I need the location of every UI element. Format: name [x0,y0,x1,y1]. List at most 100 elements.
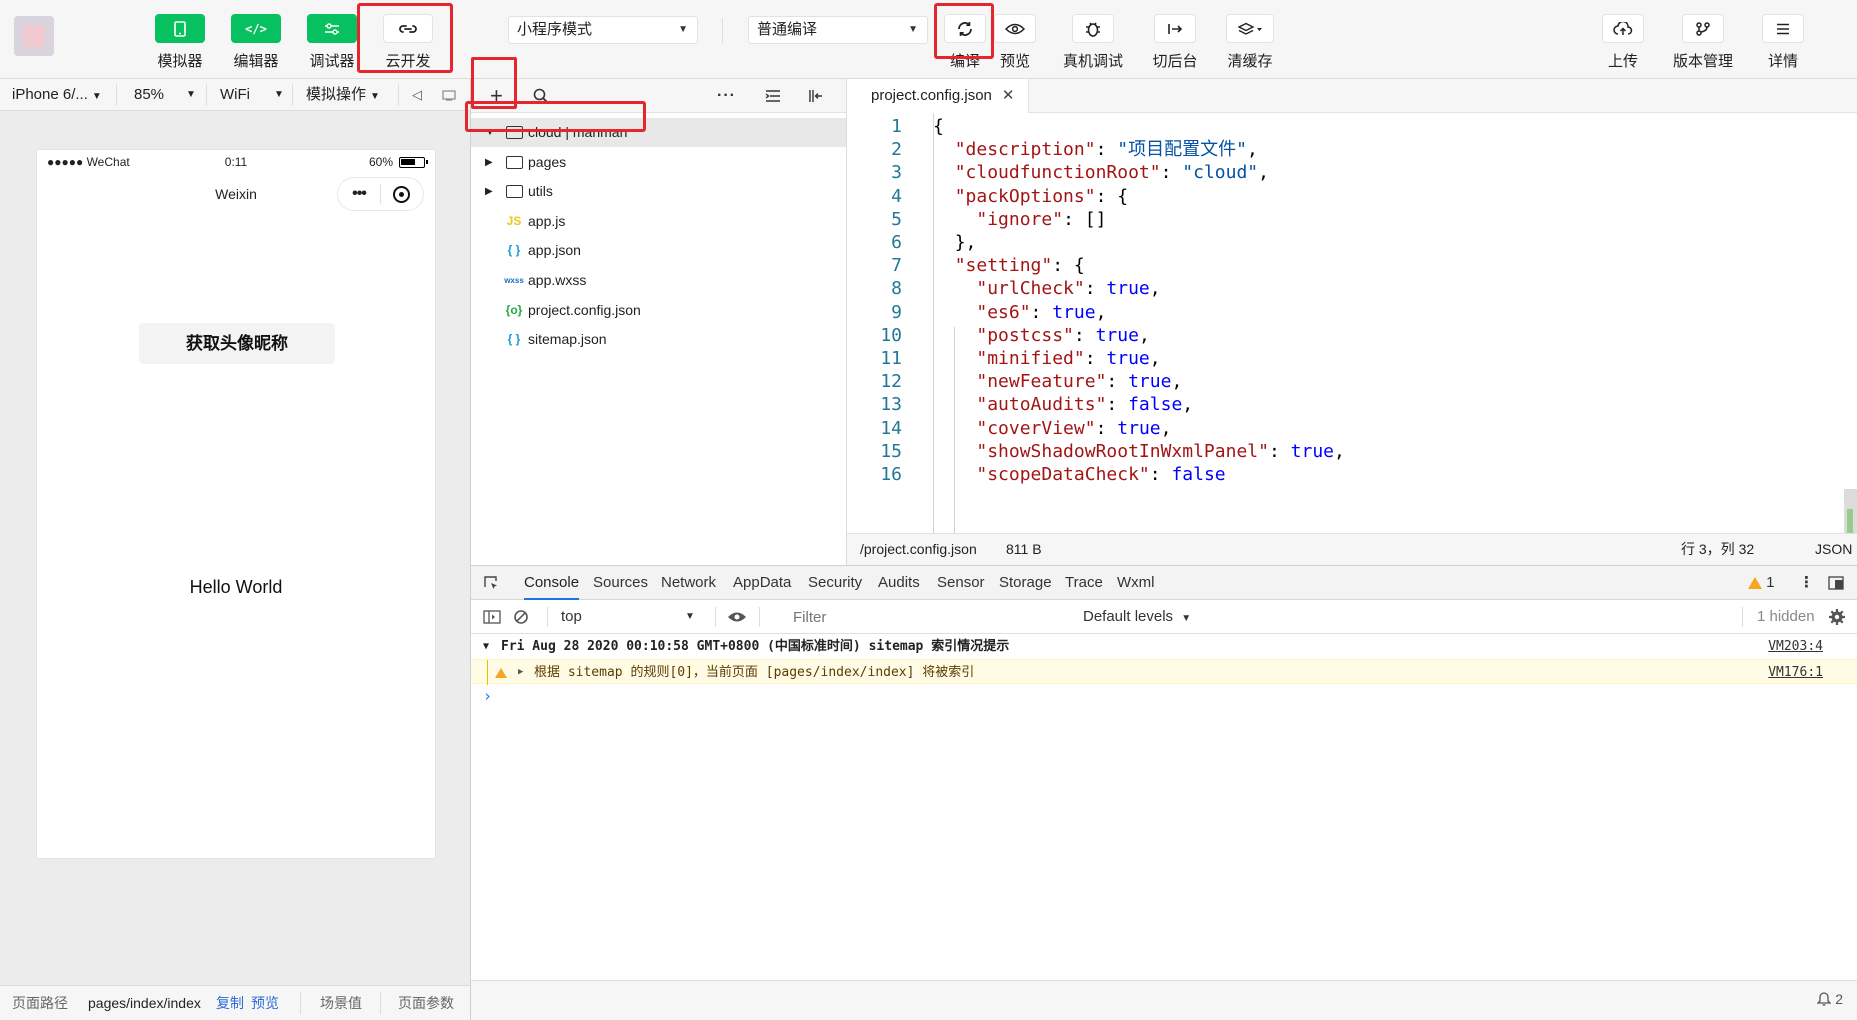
devtools-tab-storage[interactable]: Storage [999,566,1052,600]
device-select[interactable]: iPhone 6/... ▼ [12,79,102,111]
copy-link[interactable]: 复制 [216,986,244,1020]
code-token: : [1149,464,1172,485]
file-tree-item[interactable]: JS app.js [471,207,846,236]
preview-link[interactable]: 预览 [251,986,279,1020]
code-content[interactable]: 1{2 "description": "项目配置文件", 3 "cloudfunc… [847,113,1857,533]
remote-debug-button[interactable]: 真机调试 [1053,14,1133,71]
toggle-sidebar-icon[interactable] [808,79,824,113]
collapsed-arrow-icon[interactable]: ▶ [485,148,493,177]
simulator-toggle[interactable]: 模拟器 [140,14,220,71]
console-filter-input[interactable] [786,605,1069,629]
code-token: "minified" [976,348,1085,369]
mute-icon[interactable]: ◁ [412,79,422,111]
devtools-tab-network[interactable]: Network [661,566,716,600]
editor-tab-project-config[interactable]: project.config.json ✕ [847,79,1030,113]
cursor-position[interactable]: 行 3，列 32 [1681,534,1754,565]
details-button[interactable]: 详情 [1743,14,1823,71]
devtools-tab-trace[interactable]: Trace [1065,566,1103,600]
file-path: /project.config.json [860,541,977,557]
clear-cache-button[interactable]: 清缓存 [1210,14,1290,71]
file-tree-item[interactable]: ▶ utils [471,177,846,206]
settings-gear-icon[interactable] [1828,600,1846,634]
preview-button[interactable]: 预览 [975,14,1055,71]
scene-value-button[interactable]: 场景值 [320,986,362,1020]
code-token: "description" [954,139,1096,161]
file-tree-item[interactable]: { } sitemap.json [471,325,846,354]
collapse-all-icon[interactable] [765,79,781,113]
compile-mode-select[interactable]: 普通编译 ▼ [748,16,928,44]
network-value: WiFi [220,86,250,103]
simulator-toolbar: iPhone 6/... ▼ 85% ▼ WiFi ▼ 模拟操作 ▼ ◁ [0,79,470,111]
expand-triangle-icon[interactable]: ▼ [483,634,489,659]
zoom-select[interactable]: 85% ▼ [134,79,196,111]
more-vertical-icon[interactable]: ⋮ [1799,566,1814,600]
file-tree-item[interactable]: { } app.json [471,236,846,265]
file-tree-item[interactable]: ▶ pages [471,148,846,177]
upload-button[interactable]: 上传 [1583,14,1663,71]
code-token: { [933,116,944,137]
file-tree-item[interactable]: wxss app.wxss [471,266,846,295]
devtools-tab-sources[interactable]: Sources [593,566,648,600]
devtools-tab-security[interactable]: Security [808,566,862,600]
network-select[interactable]: WiFi ▼ [220,79,284,111]
editor-toggle[interactable]: </> 编辑器 [216,14,296,71]
file-tree-item[interactable]: {o} project.config.json [471,296,846,325]
page-params-button[interactable]: 页面参数 [398,986,454,1020]
file-tree-item[interactable]: ▼ cloud | manman [471,118,846,147]
get-avatar-button[interactable]: 获取头像昵称 [139,323,335,364]
notification-count: 2 [1835,991,1843,1007]
cloud-dev-button[interactable]: 云开发 [368,14,448,71]
warning-count: 1 [1766,574,1775,591]
collapsed-arrow-icon[interactable]: ▶ [485,177,493,206]
code-token: : [1106,394,1129,416]
more-options-icon[interactable]: ··· [717,79,736,113]
group-indent-bar [487,660,488,685]
page-path-label: 页面路径 [12,995,68,1011]
close-icon[interactable]: ✕ [1002,87,1015,104]
code-token: "scopeDataCheck" [976,464,1150,485]
devtools-tab-audits[interactable]: Audits [878,566,920,600]
version-button[interactable]: 版本管理 [1663,14,1743,71]
code-token: "packOptions" [954,185,1096,207]
background-button[interactable]: 切后台 [1135,14,1215,71]
console-warning-row[interactable]: ▶ 根据 sitemap 的规则[0]，当前页面 [pages/index/in… [471,659,1857,685]
debugger-toggle[interactable]: 调试器 [292,14,372,71]
devtools-tab-console[interactable]: Console [524,566,580,600]
search-icon[interactable] [533,79,549,113]
console-source-link[interactable]: VM203:4 [1768,634,1823,659]
sidebar-toggle-icon[interactable] [483,600,501,634]
close-miniprogram-icon[interactable] [381,185,423,203]
user-avatar[interactable] [14,16,54,56]
simulate-operations-select[interactable]: 模拟操作 ▼ [306,79,380,111]
dock-icon[interactable] [1828,566,1844,600]
more-icon[interactable]: ••• [338,185,380,203]
add-file-icon[interactable]: + [490,79,503,113]
device-value: iPhone 6/... [12,86,88,103]
console-group-row[interactable]: ▼ Fri Aug 28 2020 00:10:58 GMT+0800 (中国标… [471,634,1857,659]
devtools-tab-appdata[interactable]: AppData [733,566,791,600]
inspect-element-icon[interactable] [483,566,499,600]
warning-badge[interactable]: 1 [1748,566,1775,600]
code-token: , [1138,324,1150,346]
expand-arrow-icon[interactable]: ▶ [518,660,523,685]
file-name: cloud | manman [528,124,628,140]
simulator-label: 模拟器 [157,53,203,70]
eye-icon[interactable] [727,600,747,634]
preview-label: 预览 [999,53,1030,70]
devtools-tab-wxml[interactable]: Wxml [1117,566,1155,600]
devtools-tab-sensor[interactable]: Sensor [937,566,985,600]
code-token: "cloud" [1182,162,1259,184]
notification-badge[interactable]: 2 [1817,991,1843,1007]
clear-console-icon[interactable] [513,600,529,634]
context-select[interactable]: top ▼ [561,600,701,634]
expanded-arrow-icon[interactable]: ▼ [485,118,495,147]
console-prompt-row[interactable]: › [471,684,1857,709]
log-levels-select[interactable]: Default levels ▼ [1083,600,1191,634]
language-mode[interactable]: JSON [1815,534,1852,565]
mode-select[interactable]: 小程序模式 ▼ [508,16,698,44]
window-icon[interactable] [442,79,456,111]
console-source-link[interactable]: VM176:1 [1768,660,1823,685]
